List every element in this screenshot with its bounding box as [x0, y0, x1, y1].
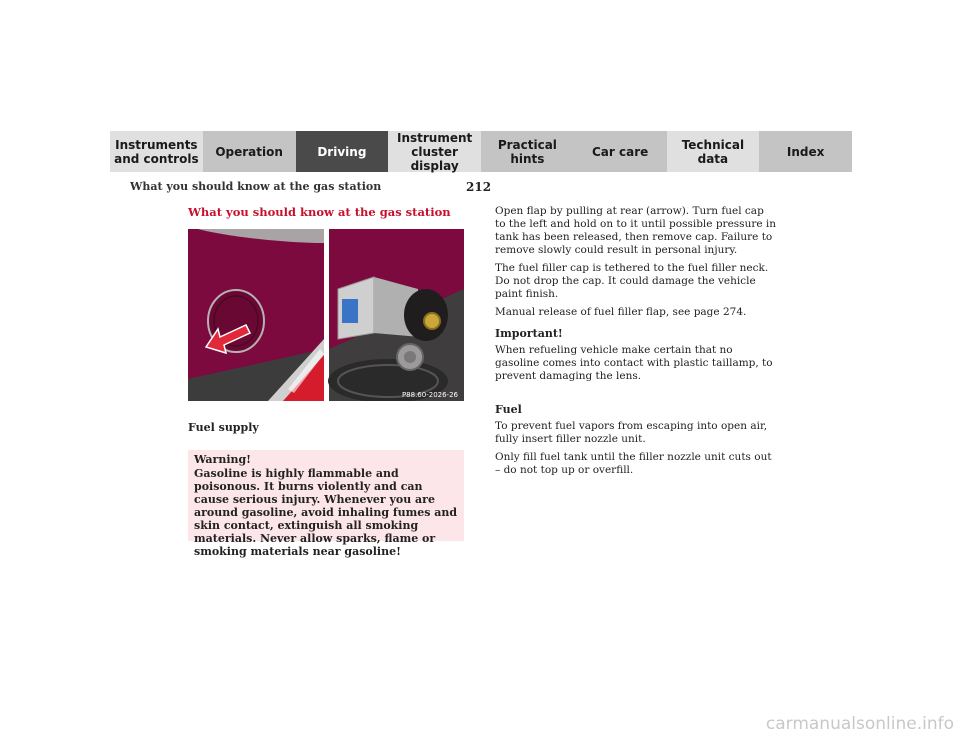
warning-title: Warning!	[194, 453, 252, 466]
section-nav: Instruments and controls Operation Drivi…	[110, 131, 852, 173]
running-header: What you should know at the gas station	[130, 180, 382, 193]
watermark: carmanualsonline.info	[765, 714, 954, 734]
figure-caption: Fuel supply	[188, 421, 259, 434]
tab-instrument-cluster-display[interactable]: Instrument cluster display	[388, 131, 481, 173]
paragraph-fuel-vapors: To prevent fuel vapors from escaping int…	[495, 420, 768, 445]
section-title: What you should know at the gas station	[188, 205, 451, 219]
fuel-flap-illustration: P88.60-2026-26	[188, 229, 464, 401]
tab-technical-data[interactable]: Technical data	[666, 131, 760, 172]
tab-practical-hints[interactable]: Practical hints	[481, 131, 574, 172]
paragraph-open-flap: Open flap by pulling at rear (arrow). Tu…	[495, 205, 777, 256]
warning-box: Warning! Gasoline is highly flammable an…	[188, 450, 464, 558]
warning-text: Gasoline is highly flammable and poisono…	[194, 467, 458, 558]
tab-driving[interactable]: Driving	[295, 131, 389, 172]
right-column: Open flap by pulling at rear (arrow). Tu…	[495, 205, 777, 482]
figure-code: P88.60-2026-26	[402, 391, 459, 399]
paragraph-refueling: When refueling vehicle make certain that…	[495, 344, 773, 382]
fuel-flap-panel-left	[188, 229, 324, 401]
paragraph-fill-tank: Only fill fuel tank until the filler noz…	[495, 451, 772, 476]
tab-instruments-and-controls[interactable]: Instruments and controls	[110, 131, 203, 172]
tab-index[interactable]: Index	[759, 131, 852, 172]
fuel-flap-panel-right	[328, 229, 464, 401]
tab-operation[interactable]: Operation	[202, 131, 296, 172]
tab-car-care[interactable]: Car care	[573, 131, 667, 172]
fuel-heading: Fuel	[495, 403, 522, 416]
page-number: 212	[466, 180, 492, 194]
paragraph-cap-tethered: The fuel filler cap is tethered to the f…	[495, 262, 769, 300]
important-heading: Important!	[495, 327, 563, 340]
paragraph-manual-release: Manual release of fuel filler flap, see …	[495, 306, 747, 318]
